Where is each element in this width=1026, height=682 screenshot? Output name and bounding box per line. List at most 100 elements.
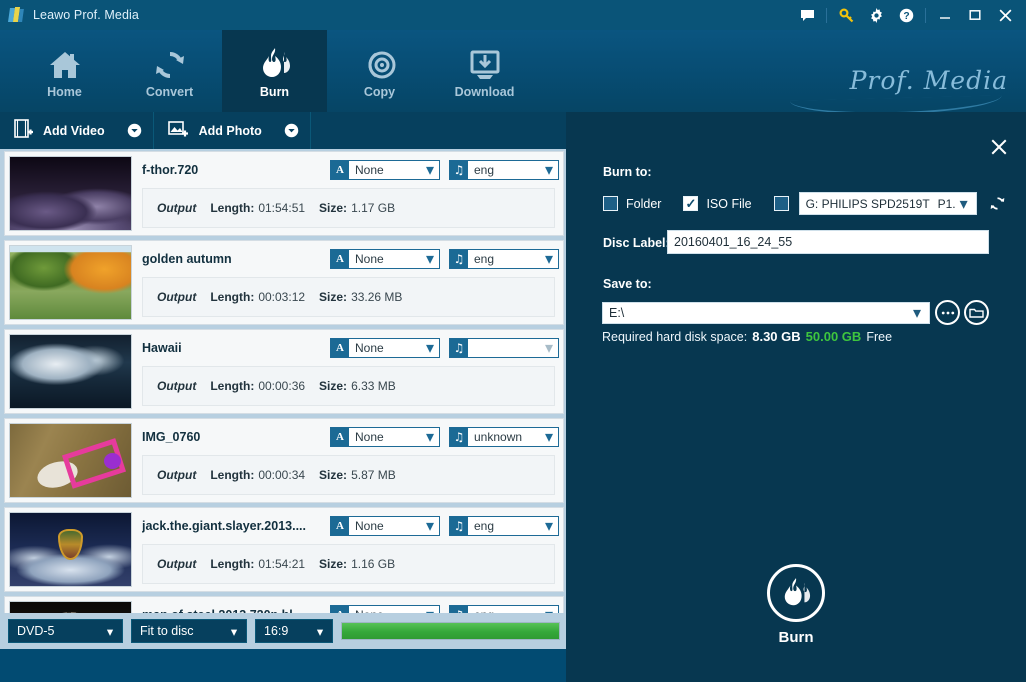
size-value: 33.26 MB xyxy=(351,290,403,304)
key-icon[interactable] xyxy=(831,0,861,30)
add-photo-dropdown[interactable] xyxy=(274,112,310,149)
chevron-down-icon: ▾ xyxy=(425,251,435,268)
subtitle-select[interactable]: A None ▾ xyxy=(330,338,440,358)
audio-icon: ♫ xyxy=(450,250,468,268)
chevron-down-icon: ▾ xyxy=(544,251,554,268)
subtitle-value: None xyxy=(355,519,384,533)
nav-tab-convert[interactable]: Convert xyxy=(117,30,222,112)
audio-select[interactable]: ♫ eng ▾ xyxy=(449,160,559,180)
file-list[interactable]: f-thor.720 A None ▾ ♫ eng ▾ Output Lengt… xyxy=(0,149,566,613)
table-row[interactable]: f-thor.720 A None ▾ ♫ eng ▾ Output Lengt… xyxy=(4,151,564,236)
gear-icon[interactable] xyxy=(861,0,891,30)
size-value: 5.87 MB xyxy=(351,468,396,482)
nav-label-convert: Convert xyxy=(145,85,194,99)
add-photo-group: Add Photo xyxy=(154,112,310,149)
subtitle-icon: A xyxy=(331,339,349,357)
refresh-icon[interactable] xyxy=(989,195,1006,212)
table-row[interactable]: golden autumn A None ▾ ♫ eng ▾ Output Le… xyxy=(4,240,564,325)
subtitle-value: None xyxy=(355,430,384,444)
length-label: Length: xyxy=(210,290,255,304)
aspect-ratio-select[interactable]: 16:9 ▾ xyxy=(255,619,333,643)
table-row[interactable]: jack.the.giant.slayer.2013.... A None ▾ … xyxy=(4,507,564,592)
audio-select[interactable]: ♫ eng ▾ xyxy=(449,605,559,613)
nav-tab-download[interactable]: Download xyxy=(432,30,537,112)
nav-tab-copy[interactable]: Copy xyxy=(327,30,432,112)
drive-select[interactable]: G: PHILIPS SPD2519T P1. ▾ xyxy=(798,192,977,215)
thumbnail xyxy=(9,334,132,409)
subtitle-select[interactable]: A None ▾ xyxy=(330,605,440,613)
add-video-icon xyxy=(14,119,33,142)
add-photo-button[interactable]: Add Photo xyxy=(154,112,274,149)
output-info: Output Length: 01:54:51 Size: 1.17 GB xyxy=(142,188,555,228)
table-row[interactable]: man.of.steel.2013.720p.bl... A None ▾ ♫ … xyxy=(4,596,564,613)
disc-label-label: Disc Label: xyxy=(603,236,670,250)
home-icon xyxy=(47,43,83,81)
check-icon: ✓ xyxy=(685,196,697,211)
add-video-button[interactable]: Add Video xyxy=(0,112,117,149)
subtitle-select[interactable]: A None ▾ xyxy=(330,516,440,536)
output-info: Output Length: 01:54:21 Size: 1.16 GB xyxy=(142,544,555,584)
burn-settings-panel: Burn to: Folder ✓ ISO File G: PHILIPS SP… xyxy=(566,112,1026,682)
close-icon[interactable] xyxy=(990,0,1020,30)
burn-button[interactable]: Burn xyxy=(767,564,825,646)
audio-select[interactable]: ♫ eng ▾ xyxy=(449,516,559,536)
quality-value: Fit to disc xyxy=(140,624,194,638)
minimize-icon[interactable] xyxy=(930,0,960,30)
subtitle-select[interactable]: A None ▾ xyxy=(330,249,440,269)
folder-checkbox[interactable] xyxy=(603,196,618,211)
length-label: Length: xyxy=(210,201,255,215)
subtitle-value: None xyxy=(355,341,384,355)
close-icon[interactable] xyxy=(986,134,1012,160)
disc-type-value: DVD-5 xyxy=(17,624,55,638)
nav-label-home: Home xyxy=(47,85,82,99)
nav-label-burn: Burn xyxy=(259,85,290,99)
drive-port: P1. xyxy=(937,196,956,211)
aspect-ratio-value: 16:9 xyxy=(264,624,289,638)
audio-select[interactable]: ♫ ▾ xyxy=(449,338,559,358)
disc-type-select[interactable]: DVD-5 ▾ xyxy=(8,619,123,643)
table-row[interactable]: IMG_0760 A None ▾ ♫ unknown ▾ Output Len… xyxy=(4,418,564,503)
required-label: Required hard disk space: xyxy=(602,330,748,344)
divider xyxy=(309,112,311,149)
subtitle-select[interactable]: A None ▾ xyxy=(330,160,440,180)
maximize-icon[interactable] xyxy=(960,0,990,30)
subtitle-icon: A xyxy=(331,250,349,268)
iso-file-label: ISO File xyxy=(706,196,752,211)
add-video-dropdown[interactable] xyxy=(117,112,153,149)
output-label: Output xyxy=(157,468,197,482)
subtitle-icon: A xyxy=(331,517,349,535)
divider xyxy=(925,7,926,23)
disc-icon xyxy=(363,43,397,81)
save-to-select[interactable]: E:\ ▾ xyxy=(602,302,930,324)
chevron-down-icon: ▾ xyxy=(230,624,238,639)
audio-select[interactable]: ♫ unknown ▾ xyxy=(449,427,559,447)
audio-select[interactable]: ♫ eng ▾ xyxy=(449,249,559,269)
chat-icon[interactable] xyxy=(792,0,822,30)
file-name: f-thor.720 xyxy=(142,163,199,177)
table-row[interactable]: Hawaii A None ▾ ♫ ▾ Output Length: 00:00… xyxy=(4,329,564,414)
file-name: jack.the.giant.slayer.2013.... xyxy=(142,519,306,533)
chevron-down-icon: ▾ xyxy=(544,340,554,357)
browse-folder-button[interactable] xyxy=(964,300,989,325)
subtitle-select[interactable]: A None ▾ xyxy=(330,427,440,447)
help-icon[interactable]: ? xyxy=(891,0,921,30)
nav-tab-home[interactable]: Home xyxy=(12,30,117,112)
chevron-down-icon: ▾ xyxy=(544,162,554,179)
add-photo-icon xyxy=(167,120,189,142)
iso-file-checkbox[interactable]: ✓ xyxy=(683,196,699,211)
subtitle-icon: A xyxy=(331,606,349,613)
nav-tab-burn[interactable]: Burn xyxy=(222,30,327,112)
subtitle-value: None xyxy=(355,252,384,266)
chevron-down-icon: ▾ xyxy=(544,429,554,446)
output-label: Output xyxy=(157,557,197,571)
audio-value: eng xyxy=(474,519,495,533)
add-video-group: Add Video xyxy=(0,112,153,149)
length-value: 01:54:21 xyxy=(258,557,306,571)
disc-label-input[interactable]: 20160401_16_24_55 xyxy=(667,230,989,254)
audio-icon: ♫ xyxy=(450,339,468,357)
quality-select[interactable]: Fit to disc ▾ xyxy=(131,619,247,643)
brand-text: Prof. Media xyxy=(849,66,1008,95)
drive-checkbox[interactable] xyxy=(773,196,789,211)
thumbnail xyxy=(9,512,132,587)
more-options-button[interactable] xyxy=(935,300,960,325)
